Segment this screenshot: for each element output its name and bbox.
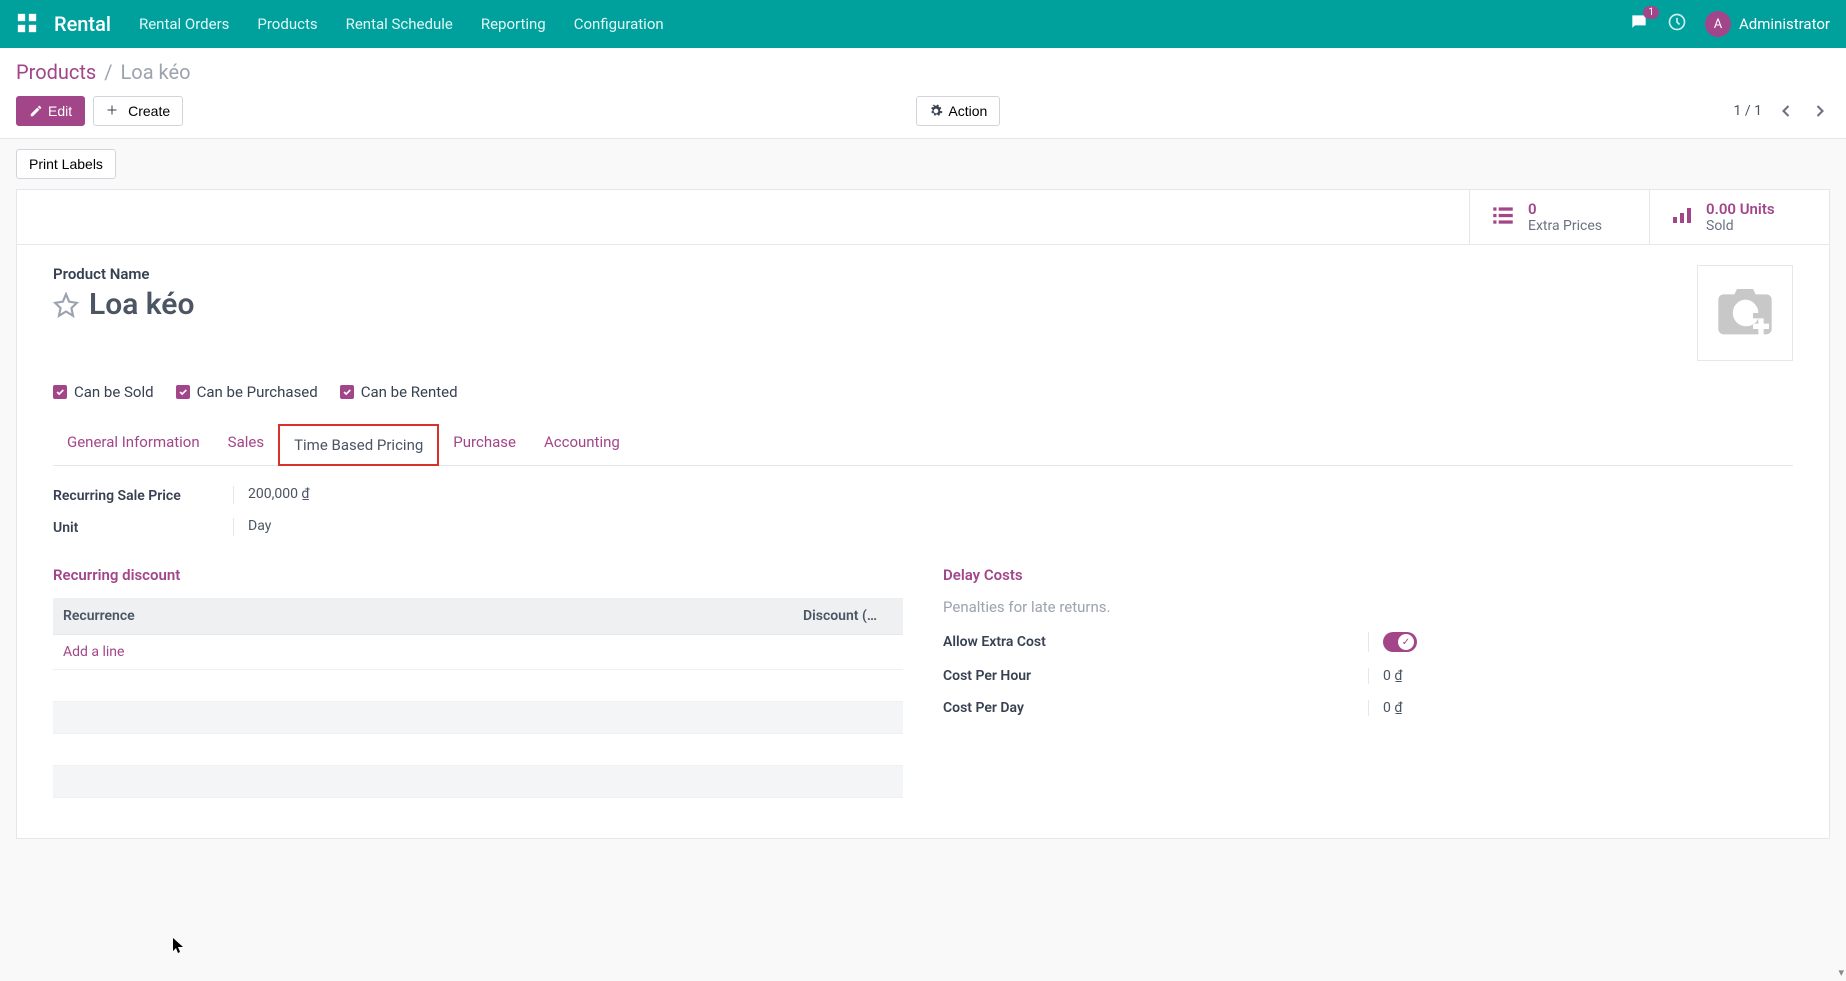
- check-can-be-sold[interactable]: Can be Sold: [53, 383, 154, 401]
- nav-rental-schedule[interactable]: Rental Schedule: [346, 15, 453, 33]
- print-labels-button[interactable]: Print Labels: [16, 149, 116, 179]
- apps-icon[interactable]: [16, 12, 40, 36]
- list-icon: [1490, 202, 1516, 232]
- checkbox-icon: [176, 385, 190, 399]
- avatar-initial: A: [1714, 17, 1722, 32]
- nav-reporting[interactable]: Reporting: [481, 15, 546, 33]
- gear-icon: [929, 104, 943, 118]
- username[interactable]: Administrator: [1739, 15, 1830, 33]
- unit-label: Unit: [53, 518, 233, 536]
- stat-extra-prices[interactable]: 0 Extra Prices: [1469, 190, 1649, 244]
- nav-configuration[interactable]: Configuration: [574, 15, 664, 33]
- check-can-be-rented[interactable]: Can be Rented: [340, 383, 458, 401]
- control-panel: Products / Loa kéo Edit Create Action 1 …: [0, 48, 1846, 139]
- action-button[interactable]: Action: [916, 96, 1000, 126]
- stat-sold[interactable]: 0.00 Units Sold: [1649, 190, 1829, 244]
- breadcrumb: Products / Loa kéo: [16, 60, 1830, 84]
- breadcrumb-sep: /: [104, 60, 112, 84]
- recurring-sale-price-value: 200,000 ₫: [233, 486, 653, 504]
- checkbox-icon: [340, 385, 354, 399]
- bars-icon: [1670, 203, 1694, 231]
- breadcrumb-current: Loa kéo: [121, 60, 191, 84]
- product-name: Loa kéo: [89, 287, 194, 322]
- allow-extra-cost-label: Allow Extra Cost: [943, 634, 1368, 650]
- breadcrumb-products[interactable]: Products: [16, 60, 96, 84]
- cost-per-day-label: Cost Per Day: [943, 700, 1368, 716]
- discount-table: Recurrence Discount (… Add a line: [53, 598, 903, 798]
- checkbox-icon: [53, 385, 67, 399]
- tab-sales[interactable]: Sales: [214, 423, 278, 465]
- stat-sold-label: Sold: [1706, 218, 1775, 234]
- messages-badge: 1: [1643, 6, 1659, 19]
- favorite-star-icon[interactable]: [53, 292, 79, 318]
- check-purchased-label: Can be Purchased: [197, 383, 318, 401]
- cost-per-day-value: 0 ₫: [1368, 700, 1793, 716]
- check-rented-label: Can be Rented: [361, 383, 458, 401]
- recurring-sale-price-label: Recurring Sale Price: [53, 486, 233, 504]
- tab-time-based-pricing[interactable]: Time Based Pricing: [278, 424, 439, 466]
- product-image-placeholder[interactable]: [1697, 265, 1793, 361]
- add-a-line[interactable]: Add a line: [63, 644, 124, 660]
- product-name-label: Product Name: [53, 265, 1697, 283]
- col-recurrence[interactable]: Recurrence: [53, 598, 793, 635]
- allow-extra-cost-toggle[interactable]: [1383, 632, 1417, 652]
- avatar[interactable]: A: [1705, 11, 1731, 37]
- col-discount[interactable]: Discount (…: [793, 598, 903, 635]
- messages-icon[interactable]: 1: [1629, 12, 1649, 36]
- check-can-be-purchased[interactable]: Can be Purchased: [176, 383, 318, 401]
- pencil-icon: [29, 104, 43, 118]
- pager-next-icon[interactable]: [1810, 101, 1830, 121]
- nav-products[interactable]: Products: [257, 15, 317, 33]
- tab-purchase[interactable]: Purchase: [439, 423, 530, 465]
- navbar: Rental Rental Orders Products Rental Sch…: [0, 0, 1846, 48]
- edit-label: Edit: [48, 103, 72, 119]
- cost-per-hour-label: Cost Per Hour: [943, 668, 1368, 684]
- recurring-discount-title: Recurring discount: [53, 566, 903, 584]
- cost-per-hour-value: 0 ₫: [1368, 668, 1793, 684]
- form-sheet: 0 Extra Prices 0.00 Units Sold Product N…: [16, 189, 1830, 839]
- mouse-cursor-icon: [173, 938, 185, 954]
- delay-costs-title: Delay Costs: [943, 566, 1793, 584]
- nav-rental-orders[interactable]: Rental Orders: [139, 15, 229, 33]
- stat-sold-value: 0.00 Units: [1706, 200, 1775, 218]
- create-button[interactable]: Create: [93, 96, 183, 126]
- toolbelt: Print Labels: [0, 139, 1846, 189]
- tab-accounting[interactable]: Accounting: [530, 423, 634, 465]
- app-name[interactable]: Rental: [54, 12, 111, 36]
- stat-extra-prices-label: Extra Prices: [1528, 218, 1602, 234]
- pager-prev-icon[interactable]: [1776, 101, 1796, 121]
- delay-costs-hint: Penalties for late returns.: [943, 598, 1793, 616]
- scroll-down-icon[interactable]: ▾: [1838, 966, 1844, 979]
- stat-row: 0 Extra Prices 0.00 Units Sold: [17, 190, 1829, 245]
- check-sold-label: Can be Sold: [74, 383, 154, 401]
- activities-icon[interactable]: [1667, 12, 1687, 36]
- tab-general-information[interactable]: General Information: [53, 423, 214, 465]
- tabs: General Information Sales Time Based Pri…: [53, 423, 1793, 466]
- action-label: Action: [948, 103, 987, 119]
- stat-extra-prices-value: 0: [1528, 200, 1602, 218]
- unit-value: Day: [233, 518, 653, 536]
- pager-text[interactable]: 1 / 1: [1734, 103, 1762, 119]
- camera-plus-icon: [1713, 281, 1777, 345]
- create-label: Create: [128, 103, 170, 119]
- plus-icon: [106, 103, 123, 119]
- edit-button[interactable]: Edit: [16, 96, 85, 126]
